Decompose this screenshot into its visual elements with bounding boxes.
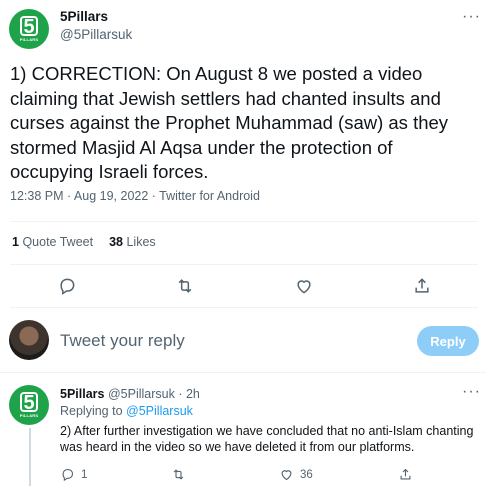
tweet-meta[interactable]: 12:38 PM · Aug 19, 2022 · Twitter for An… <box>10 189 260 203</box>
reply-input[interactable]: Tweet your reply <box>60 331 185 351</box>
reply-author-handle: @5Pillarsuk <box>107 387 175 401</box>
author-handle[interactable]: @5Pillarsuk <box>60 27 132 42</box>
avatar-logo-text: PILLARS <box>19 413 39 418</box>
divider <box>10 264 478 265</box>
tweet-stats: 1 Quote Tweet 38 Likes <box>12 235 156 249</box>
author-name[interactable]: 5Pillars <box>60 9 108 24</box>
divider <box>10 307 478 308</box>
thread-line <box>29 428 31 486</box>
reply-reply-action[interactable]: 1 <box>60 467 87 482</box>
avatar-logo-number: 5 <box>20 16 38 37</box>
retweet-icon <box>173 469 184 480</box>
reply-icon[interactable] <box>57 276 77 296</box>
replying-to: Replying to @5Pillarsuk <box>60 404 193 418</box>
share-icon[interactable] <box>412 276 432 296</box>
more-options-icon[interactable]: ··· <box>462 8 481 26</box>
divider <box>0 372 486 373</box>
share-icon <box>400 468 411 480</box>
avatar-logo-number: 5 <box>20 392 38 413</box>
reply-icon <box>62 468 74 482</box>
retweet-icon[interactable] <box>175 276 195 296</box>
reply-retweet-action[interactable] <box>171 467 192 482</box>
like-icon[interactable] <box>294 276 314 296</box>
replying-to-link[interactable]: @5Pillarsuk <box>126 404 193 418</box>
author-avatar[interactable]: 5 PILLARS <box>9 9 49 49</box>
reply-author-avatar[interactable]: 5 PILLARS <box>9 385 49 425</box>
like-icon <box>281 470 292 481</box>
quote-tweet-stat[interactable]: 1 Quote Tweet <box>12 235 93 249</box>
reply-more-options-icon[interactable]: ··· <box>462 383 481 401</box>
user-avatar[interactable] <box>9 320 49 360</box>
divider <box>10 221 478 222</box>
reply-text: 2) After further investigation we have c… <box>60 424 474 454</box>
reply-like-action[interactable]: 36 <box>279 467 313 482</box>
reply-author[interactable]: 5Pillars @5Pillarsuk · 2h <box>60 387 200 401</box>
reply-author-name: 5Pillars <box>60 387 105 401</box>
reply-time: · 2h <box>178 387 200 401</box>
tweet-text: 1) CORRECTION: On August 8 we posted a v… <box>10 63 449 182</box>
likes-stat[interactable]: 38 Likes <box>109 235 156 249</box>
reply-button[interactable]: Reply <box>417 326 479 356</box>
reply-share-action[interactable] <box>398 467 413 482</box>
avatar-logo-text: PILLARS <box>19 37 39 42</box>
